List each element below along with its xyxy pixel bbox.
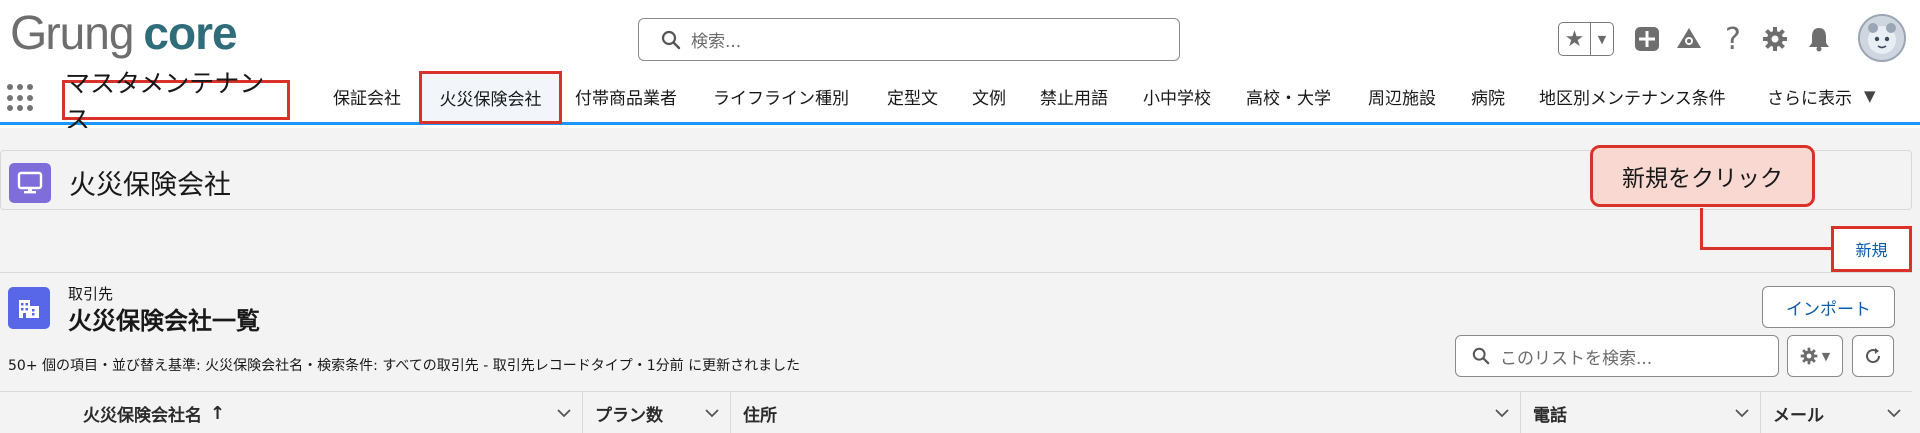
nav-tab-lifeline-shubetsu[interactable]: ライフライン種別 <box>713 70 849 122</box>
app-navigation-bar: マスタメンテナンス 保証会社 火災保険会社 付帯商品業者 ライフライン種別 定型… <box>0 69 1920 134</box>
new-button-highlight: 新規 <box>1831 226 1912 272</box>
trailhead-icon[interactable] <box>1674 24 1704 54</box>
list-view-card: 取引先 火災保険会社一覧 インポート このリストを検索... ▼ 50+ 個の項… <box>0 272 1912 433</box>
help-icon[interactable]: ? <box>1718 22 1748 57</box>
avatar-image-icon <box>1860 16 1904 60</box>
gear-icon[interactable] <box>1760 24 1790 54</box>
favorites-button[interactable]: ★ ▼ <box>1558 22 1614 56</box>
search-placeholder: 検索... <box>691 32 742 52</box>
chevron-down-icon[interactable] <box>1734 405 1750 421</box>
nav-tab-byoin[interactable]: 病院 <box>1471 70 1505 122</box>
column-header-address[interactable]: 住所 <box>731 392 1521 433</box>
user-avatar[interactable] <box>1858 14 1906 62</box>
search-icon <box>1472 347 1490 365</box>
column-header-plan-count[interactable]: プラン数 <box>583 392 731 433</box>
list-view-metadata: 50+ 個の項目・並び替え基準: 火災保険会社名・検索条件: すべての取引先 -… <box>8 358 801 374</box>
nav-tab-kasai-hoken-kaisha[interactable]: 火災保険会社 <box>419 71 562 124</box>
account-building-icon <box>8 287 50 329</box>
refresh-icon <box>1866 348 1881 364</box>
app-logo[interactable]: Grung core <box>10 6 238 62</box>
column-header-label: メール <box>1773 406 1824 426</box>
column-header-email[interactable]: メール <box>1761 392 1912 433</box>
global-search-input[interactable]: 検索... <box>638 18 1180 61</box>
nav-tab-futai-shohin-gyosha[interactable]: 付帯商品業者 <box>575 70 677 122</box>
nav-tab-kinshi-yogo[interactable]: 禁止用語 <box>1040 70 1108 122</box>
app-launcher-icon[interactable] <box>7 84 35 112</box>
nav-tab-koko-daigaku[interactable]: 高校・大学 <box>1246 70 1331 122</box>
column-header-label: 電話 <box>1533 406 1567 426</box>
nav-tab-chiku-maintenance[interactable]: 地区別メンテナンス条件 <box>1539 70 1726 122</box>
chevron-down-icon[interactable] <box>704 405 720 421</box>
chevron-down-icon: ▼ <box>1821 349 1831 363</box>
list-search-placeholder: このリストを検索... <box>1500 348 1653 369</box>
object-monitor-icon <box>9 163 51 203</box>
table-header-row: 火災保険会社名 ↑ プラン数 住所 電話 メール <box>0 391 1912 433</box>
column-header-label: 火災保険会社名 <box>83 406 202 426</box>
global-actions-plus-icon[interactable] <box>1632 24 1662 54</box>
list-search-input[interactable]: このリストを検索... <box>1455 335 1779 377</box>
nav-more-menu[interactable]: さらに表示 ▼ <box>1767 70 1876 122</box>
annotation-callout: 新規をクリック <box>1590 145 1815 207</box>
refresh-button[interactable] <box>1852 335 1894 377</box>
chevron-down-icon: ▼ <box>1864 87 1876 105</box>
logo-text-core: core <box>143 7 237 59</box>
chevron-down-icon[interactable] <box>1886 405 1902 421</box>
notification-bell-icon[interactable] <box>1804 24 1834 54</box>
annotation-connector-vertical <box>1700 208 1703 250</box>
star-icon[interactable]: ★ <box>1559 23 1591 55</box>
list-view-controls-button[interactable]: ▼ <box>1787 335 1843 377</box>
chevron-down-icon[interactable] <box>556 405 572 421</box>
column-header-company-name[interactable]: 火災保険会社名 ↑ <box>0 392 583 433</box>
import-button[interactable]: インポート <box>1762 286 1895 328</box>
column-header-label: プラン数 <box>595 406 663 426</box>
nav-tab-teikeibun[interactable]: 定型文 <box>887 70 938 122</box>
nav-tab-shochu-gakko[interactable]: 小中学校 <box>1143 70 1211 122</box>
annotation-connector-horizontal <box>1700 247 1834 250</box>
column-header-label: 住所 <box>743 406 777 426</box>
list-view-title[interactable]: 火災保険会社一覧 <box>68 301 260 336</box>
gear-icon <box>1800 347 1818 365</box>
nav-tab-shuhen-shisetsu[interactable]: 周辺施設 <box>1368 70 1436 122</box>
global-header: Grung core 検索... ★ ▼ ? <box>0 0 1920 70</box>
logo-text-rung: rung <box>45 7 134 59</box>
app-name: マスタメンテナンス <box>62 69 290 134</box>
new-button[interactable]: 新規 <box>1855 237 1887 261</box>
sort-ascending-icon: ↑ <box>210 403 226 424</box>
nav-more-label: さらに表示 <box>1767 88 1852 109</box>
search-icon <box>661 30 681 49</box>
page-title: 火災保険会社 <box>69 170 231 201</box>
nav-tab-hoshou-kaisha[interactable]: 保証会社 <box>333 70 401 122</box>
nav-tab-bunrei[interactable]: 文例 <box>972 70 1006 122</box>
favorites-dropdown-icon[interactable]: ▼ <box>1591 23 1613 55</box>
chevron-down-icon[interactable] <box>1494 405 1510 421</box>
column-header-phone[interactable]: 電話 <box>1521 392 1761 433</box>
logo-letter-g: G <box>10 7 47 60</box>
